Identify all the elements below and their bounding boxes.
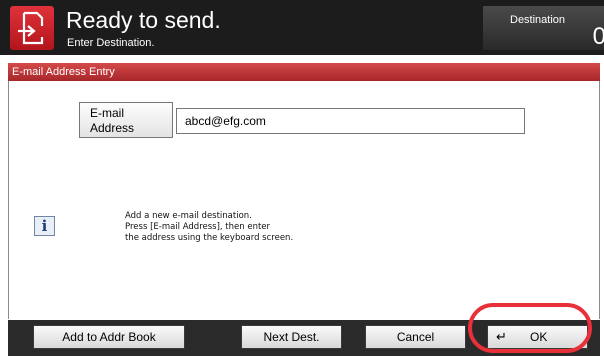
info-icon: i	[34, 216, 55, 236]
destination-label: Destination	[510, 14, 566, 26]
info-message: Add a new e-mail destination. Press [E-m…	[125, 211, 293, 244]
email-address-button-label-line2: Address	[90, 121, 135, 135]
ok-button[interactable]: ↵ OK	[487, 325, 588, 349]
page-title: Ready to send.	[66, 7, 221, 33]
panel-title: E-mail Address Entry	[12, 66, 115, 78]
email-address-button-label-line1: E-mail	[90, 106, 125, 120]
info-line: Press [E-mail Address], then enter	[125, 222, 271, 232]
page-subtitle: Enter Destination.	[67, 37, 155, 49]
panel-title-bar: E-mail Address Entry	[8, 63, 600, 81]
enter-icon: ↵	[496, 329, 507, 344]
ok-button-label: OK	[530, 330, 548, 344]
email-address-button[interactable]: E-mail Address	[79, 102, 173, 138]
cancel-button[interactable]: Cancel	[365, 325, 466, 349]
next-dest-button[interactable]: Next Dest.	[241, 325, 342, 349]
info-line: the address using the keyboard screen.	[125, 233, 294, 243]
send-document-icon	[10, 6, 54, 50]
email-address-field[interactable]	[176, 108, 525, 134]
header-bar: Ready to send. Enter Destination. Destin…	[0, 0, 604, 55]
add-to-addr-book-button[interactable]: Add to Addr Book	[33, 325, 185, 349]
info-line: Add a new e-mail destination.	[125, 211, 252, 221]
content-area: E-mail Address i Add a new e-mail destin…	[8, 81, 600, 319]
destination-count: 0	[592, 23, 604, 50]
destination-panel[interactable]: Destination 0	[483, 6, 604, 50]
bottom-button-bar: Add to Addr Book Next Dest. Cancel ↵ OK	[8, 320, 600, 356]
